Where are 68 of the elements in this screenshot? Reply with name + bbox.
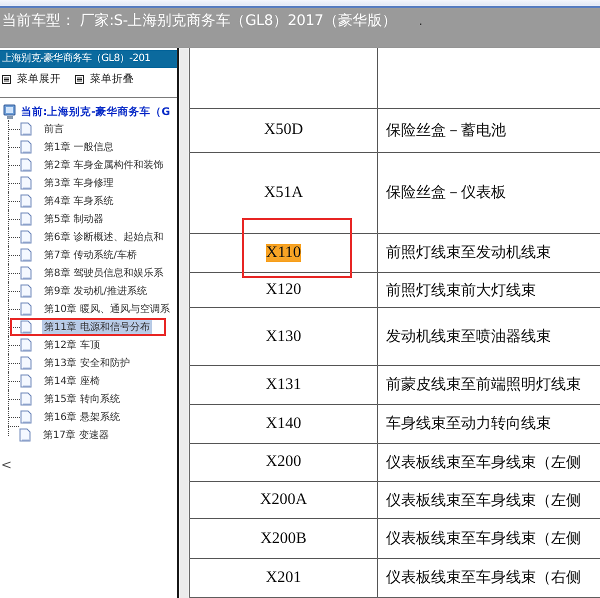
tree-item[interactable]: 第4章 车身系统 (42, 194, 116, 208)
page-icon (20, 266, 32, 280)
tree-item[interactable]: 第11章 电源和信号分布 (42, 320, 152, 334)
page-icon (20, 158, 32, 172)
tree-item[interactable]: 第1章 一般信息 (42, 140, 116, 154)
tree-root[interactable]: 当前:上海别克-豪华商务车（G (21, 105, 170, 119)
connector-code: X140 (266, 414, 302, 433)
connector-description: 前照灯线束至发动机线束 (386, 243, 551, 262)
dot-mark: . (418, 14, 423, 28)
tree-item[interactable]: 第8章 驾驶员信息和娱乐系 (42, 266, 166, 280)
tree-item[interactable]: 第16章 悬架系统 (42, 410, 122, 424)
connector-description: 前照灯线束前大灯线束 (386, 280, 536, 300)
page-icon (20, 140, 32, 154)
page-icon (20, 302, 32, 316)
tree-item[interactable]: 第13章 安全和防护 (42, 356, 132, 370)
page-icon (20, 176, 32, 190)
tree-item[interactable]: 第7章 传动系统/车桥 (42, 248, 139, 262)
page-icon (20, 122, 32, 136)
sidebar-title: 上海别克-豪华商务车（GL8）-201 (0, 50, 177, 68)
connector-description: 仪表板线束至车身线束（左侧 (386, 490, 581, 510)
tree-item[interactable]: 第9章 发动机/推进系统 (42, 284, 149, 298)
page-icon (20, 194, 32, 208)
connector-description: 仪表板线束至车身线束（左侧 (386, 452, 581, 472)
menu-link[interactable]: 菜单展开 (17, 72, 61, 86)
tree-item[interactable]: 第3章 车身修理 (42, 176, 116, 190)
page-icon (20, 392, 32, 406)
tree-item[interactable]: 第2章 车身金属构件和装饰 (42, 158, 166, 172)
page-icon (20, 338, 32, 352)
tree-item[interactable]: 第10章 暖风、通风与空调系 (42, 302, 172, 316)
page-icon (20, 356, 32, 370)
computer-icon (3, 104, 17, 120)
connector-code: X200B (260, 530, 307, 548)
connector-description: 保险丝盒－蓄电池 (386, 120, 506, 140)
scroll-arrow[interactable]: < (0, 458, 177, 473)
menu-box-icon (75, 74, 84, 84)
page-icon (20, 284, 32, 298)
tree-item[interactable]: 第15章 转向系统 (42, 392, 122, 406)
connector-description: 保险丝盒－仪表板 (386, 183, 506, 202)
page-icon (20, 230, 32, 244)
tree-item[interactable]: 前言 (42, 122, 66, 136)
connector-code: X200 (266, 453, 302, 472)
tree-item[interactable]: 第5章 制动器 (42, 212, 106, 226)
connector-description: 车身线束至动力转向线束 (386, 414, 551, 434)
connector-description: 发动机线束至喷油器线束 (386, 327, 551, 346)
connector-code: X201 (266, 568, 302, 587)
connector-code: X50D (264, 121, 304, 140)
vehicle-title: 当前车型： 厂家:S-上海别克商务车（GL8）2017（豪华版） (2, 12, 397, 30)
tree-item[interactable]: 第17章 变速器 (41, 428, 111, 442)
tree-item[interactable]: 第14章 座椅 (42, 374, 102, 388)
page-icon (20, 248, 32, 262)
page-icon (19, 428, 31, 442)
connector-description: 仪表板线束至车身线束（右侧 (386, 568, 581, 588)
page-icon (20, 374, 32, 388)
connector-code: X120 (266, 281, 302, 300)
page-icon (20, 410, 32, 424)
connector-code: X200A (260, 491, 308, 510)
connector-code: X110 (266, 244, 301, 262)
tree-item[interactable]: 第12章 车顶 (42, 338, 102, 352)
menu-link[interactable]: 菜单折叠 (90, 72, 134, 86)
splitter[interactable] (179, 48, 190, 598)
connector-code: X131 (266, 376, 302, 394)
connector-description: 前蒙皮线束至前端照明灯线束 (386, 375, 581, 394)
connector-code: X130 (266, 328, 302, 346)
page-icon (20, 320, 32, 334)
connector-description: 仪表板线束至车身线束（左侧 (386, 529, 581, 548)
tree-item[interactable]: 第6章 诊断概述、起始点和 (42, 230, 166, 244)
connector-code: X51A (264, 184, 304, 202)
page-icon (20, 212, 32, 226)
